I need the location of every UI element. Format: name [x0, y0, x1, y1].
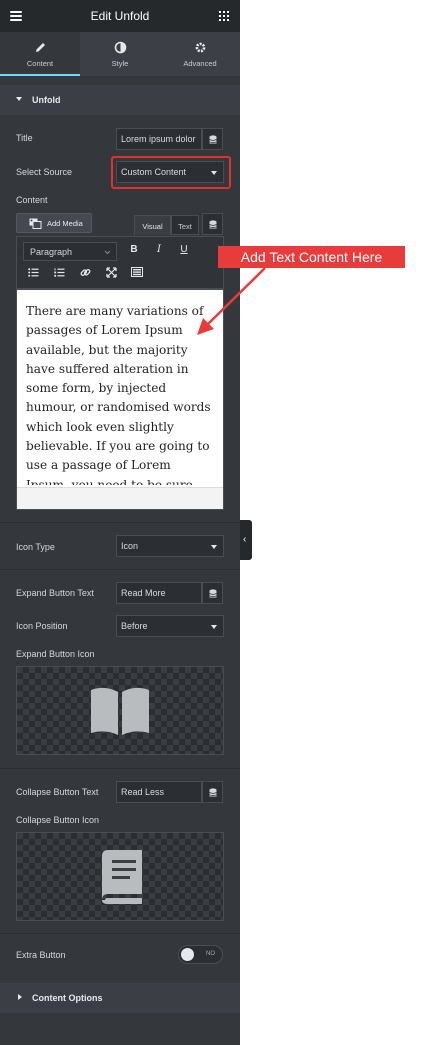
collapse-text-input[interactable]: Read Less [116, 781, 202, 803]
icon-type-label: Icon Type [16, 542, 55, 552]
divider [0, 522, 240, 523]
expand-text-dynamic-button[interactable] [202, 582, 223, 604]
extra-button-label: Extra Button [16, 950, 66, 960]
icon-type-value: Icon [121, 541, 139, 551]
divider [0, 569, 240, 570]
icon-position-label: Icon Position [16, 621, 68, 631]
annotation-arrow [197, 267, 266, 335]
database-icon [209, 788, 217, 797]
collapse-text-dynamic-button[interactable] [202, 781, 223, 803]
collapse-panel-handle[interactable]: ‹ [240, 520, 252, 560]
section-content-options-label: Content Options [32, 993, 103, 1003]
chevron-down-icon [211, 545, 217, 549]
expand-text-label: Expand Button Text [16, 588, 94, 598]
divider [0, 933, 240, 934]
editor-resize-bar[interactable] [17, 487, 223, 509]
icon-position-value: Before [121, 621, 148, 631]
collapse-icon-label: Collapse Button Icon [16, 815, 100, 825]
toggle-knob [181, 948, 194, 961]
collapse-text-label: Collapse Button Text [16, 787, 99, 797]
icon-type-select[interactable]: Icon [116, 535, 224, 557]
book-open-icon [91, 687, 149, 735]
section-content-options[interactable]: Content Options [0, 983, 240, 1013]
database-icon [209, 589, 217, 598]
book-icon [102, 849, 142, 904]
extra-button-toggle[interactable]: NO [178, 945, 223, 964]
chevron-down-icon [211, 625, 217, 629]
expand-text-input[interactable]: Read More [116, 582, 202, 604]
expand-icon-picker[interactable] [16, 666, 224, 755]
icon-position-select[interactable]: Before [116, 615, 224, 637]
caret-right-icon [18, 994, 22, 1000]
collapse-text-value: Read Less [121, 787, 165, 797]
chevron-left-icon: ‹ [243, 534, 247, 545]
expand-text-value: Read More [121, 588, 166, 598]
collapse-icon-picker[interactable] [16, 832, 224, 921]
expand-icon-label: Expand Button Icon [16, 649, 95, 659]
toggle-state-label: NO [206, 951, 215, 957]
divider [0, 768, 240, 769]
